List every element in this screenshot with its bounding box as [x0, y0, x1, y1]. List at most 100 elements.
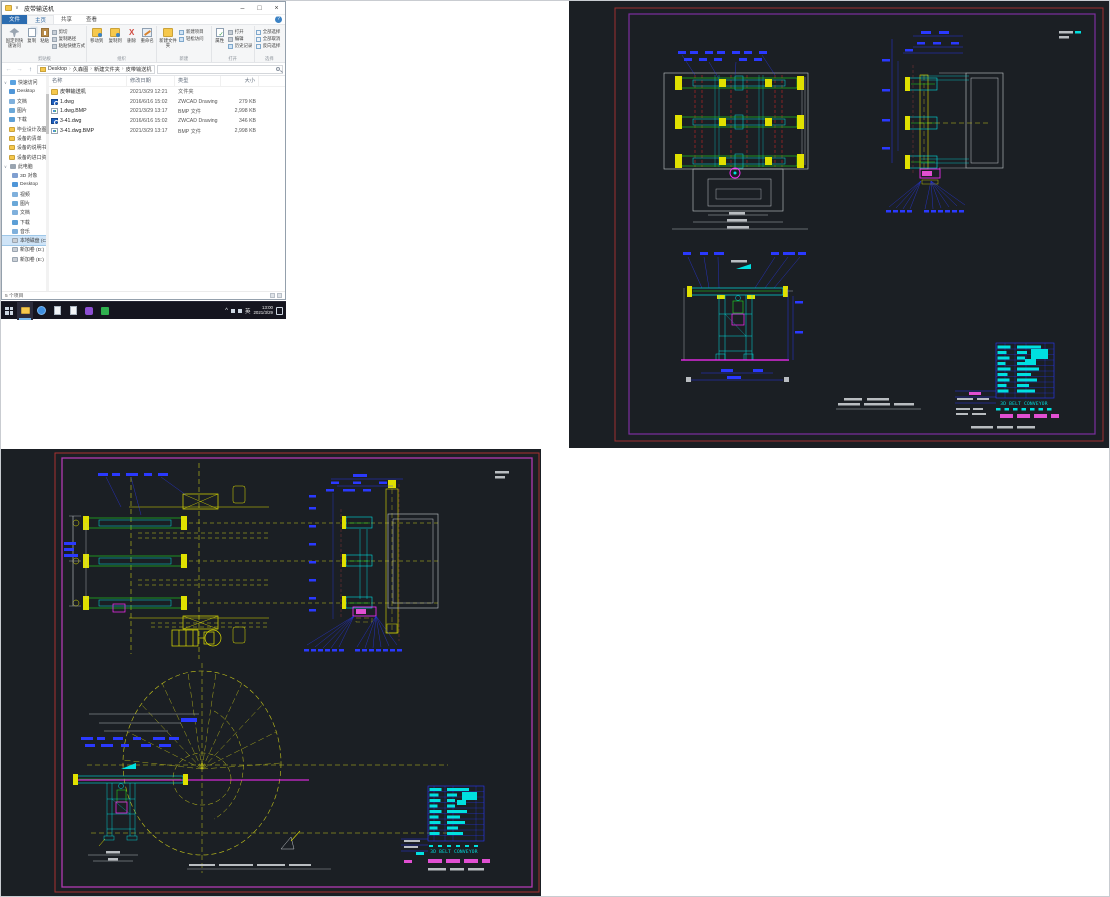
quick-access-icon [10, 80, 16, 86]
nav-item-documents[interactable]: 文档 [2, 97, 46, 106]
nav-item-volume-e[interactable]: 新加卷 (E:) [2, 255, 46, 264]
easy-access-label: 轻松访问 [186, 36, 204, 41]
start-button[interactable] [1, 302, 17, 320]
easy-access-button[interactable]: 轻松访问 [179, 36, 204, 42]
file-date: 2016/6/16 15:02 [130, 118, 168, 125]
open-button[interactable]: 打开 [227, 29, 253, 35]
file-row[interactable]: 皮带输送机 2021/3/29 12:21 文件夹 [49, 87, 285, 97]
back-icon[interactable]: ← [4, 66, 13, 73]
nav-item-downloads[interactable]: 下载 [2, 217, 46, 226]
nav-item-folder[interactable]: 设备的清单 [2, 134, 46, 143]
nav-item-desktop[interactable]: Desktop [2, 87, 46, 96]
move-to-label: 移动到 [90, 38, 104, 43]
notification-icon[interactable] [276, 306, 283, 315]
nav-item-desktop[interactable]: Desktop [2, 180, 46, 189]
taskbar-explorer-button[interactable] [17, 301, 33, 320]
forward-icon[interactable]: → [15, 66, 24, 73]
nav-item-videos[interactable]: 视频 [2, 190, 46, 199]
up-icon[interactable]: ↑ [26, 66, 35, 73]
cut-button[interactable]: 剪切 [51, 29, 85, 35]
paste-shortcut-label: 粘贴快捷方式 [58, 43, 85, 48]
tray-icon[interactable] [230, 308, 235, 313]
new-folder-button[interactable]: 新建文件夹 [158, 27, 178, 55]
help-icon[interactable]: ? [275, 16, 282, 23]
nav-item-volume-d[interactable]: 新加卷 (D:) [2, 245, 46, 254]
maximize-button[interactable]: □ [251, 2, 268, 15]
tray-icon[interactable] [237, 308, 242, 313]
copy-to-button[interactable]: 复制到 [106, 27, 123, 55]
drive-icon [12, 256, 18, 262]
nav-item-music[interactable]: 音乐 [2, 227, 46, 236]
address-dropdown-icon[interactable]: ∨ [154, 66, 155, 72]
move-to-button[interactable]: 移动到 [88, 27, 105, 55]
nav-item-downloads[interactable]: 下载 [2, 115, 46, 124]
history-button[interactable]: 历史记录 [227, 43, 252, 49]
breadcrumb-segment[interactable]: 久森图 [73, 66, 89, 73]
language-indicator[interactable]: 英 [245, 307, 251, 315]
select-none-button[interactable]: 全部取消 [255, 36, 280, 42]
title-bar[interactable]: ∨ 皮带输送机 – □ × [2, 2, 285, 15]
tab-view[interactable]: 查看 [79, 15, 104, 24]
search-input[interactable] [157, 64, 283, 74]
edit-button[interactable]: 编辑 [227, 36, 253, 42]
pin-to-quick-access-button[interactable]: 固定到快速访问 [4, 27, 25, 55]
nav-this-pc[interactable]: ∨ 此电脑 [2, 162, 46, 171]
breadcrumb-segment[interactable]: 皮带输送机 [126, 66, 152, 73]
file-row[interactable]: 3-41.dwg 2016/6/16 15:02 ZWCAD Drawing 3… [49, 116, 285, 126]
taskbar-browser-button[interactable] [33, 302, 49, 320]
copy-path-button[interactable]: 复制路径 [51, 36, 85, 42]
file-row[interactable]: 3-41.dwg.BMP 2021/3/29 13:17 BMP 文件 2,99… [49, 126, 285, 136]
address-bar[interactable]: Desktop › 久森图 › 新建文件夹 › 皮带输送机 ∨ ↻ [37, 64, 155, 74]
explorer-icon [20, 307, 30, 314]
nav-item-local-disk-c[interactable]: 本地磁盘 (C:) [2, 235, 46, 247]
quick-access-toolbar[interactable]: ∨ [14, 5, 20, 11]
tab-file[interactable]: 文件 [2, 15, 28, 24]
thumbnails-view-icon[interactable] [277, 293, 282, 298]
minimize-button[interactable]: – [234, 2, 251, 15]
details-view-icon[interactable] [270, 293, 275, 298]
tray-chevron-icon[interactable]: ^ [225, 308, 228, 314]
new-item-button[interactable]: 新建项目 [179, 29, 204, 35]
qat-dropdown-icon[interactable]: ∨ [14, 5, 20, 11]
file-row[interactable]: 1.dwg.BMP 2021/3/29 13:17 BMP 文件 2,998 K… [49, 107, 285, 117]
nav-item-3d-objects[interactable]: 3D 对象 [2, 171, 46, 180]
3d-objects-icon [12, 173, 18, 179]
column-type[interactable]: 类型 [175, 76, 221, 86]
paste-shortcut-button[interactable]: 粘贴快捷方式 [51, 43, 85, 49]
close-button[interactable]: × [268, 2, 285, 15]
invert-selection-button[interactable]: 反向选择 [255, 43, 280, 49]
paste-button[interactable]: 粘贴 [39, 27, 51, 55]
taskbar-document2-button[interactable] [65, 302, 81, 320]
nav-item-folder[interactable]: 毕业设计及图纸 [2, 124, 46, 133]
nav-item-folder[interactable]: 设备的说明书 [2, 143, 46, 152]
taskbar-app-green-button[interactable] [97, 302, 113, 320]
breadcrumb-segment[interactable]: Desktop [48, 66, 67, 72]
taskbar-app-purple-button[interactable] [81, 302, 97, 320]
videos-icon [12, 191, 18, 197]
delete-button[interactable]: X 删除 [125, 27, 139, 55]
nav-quick-access[interactable]: ∨ 快速访问 [2, 78, 46, 87]
folder-icon [9, 145, 15, 151]
column-size[interactable]: 大小 [221, 76, 259, 86]
desktop-icon [9, 89, 15, 95]
tab-share[interactable]: 共享 [54, 15, 79, 24]
nav-item-documents[interactable]: 文档 [2, 208, 46, 217]
select-all-button[interactable]: 全部选择 [255, 29, 281, 35]
column-name[interactable]: 名称 [49, 76, 127, 86]
nav-item-folder[interactable]: 设备的进口资料 [2, 152, 46, 161]
select-all-label: 全部选择 [262, 29, 281, 34]
properties-button[interactable]: 属性 [213, 27, 227, 55]
documents-icon [12, 210, 18, 216]
edit-icon [227, 36, 233, 42]
nav-item-pictures[interactable]: 图片 [2, 106, 46, 115]
rename-button[interactable]: 重命名 [139, 27, 155, 55]
file-row[interactable]: 1.dwg 2016/6/16 15:02 ZWCAD Drawing 279 … [49, 97, 285, 107]
breadcrumb-segment[interactable]: 新建文件夹 [94, 66, 120, 73]
tab-home[interactable]: 主页 [27, 15, 55, 24]
nav-item-pictures[interactable]: 图片 [2, 199, 46, 208]
taskbar-document-button[interactable] [49, 302, 65, 320]
column-date-modified[interactable]: 修改日期 [127, 76, 175, 86]
copy-button[interactable]: 复制 [26, 27, 38, 55]
clock[interactable]: 13:00 2021/3/29 [253, 305, 273, 315]
cut-icon [51, 29, 57, 35]
